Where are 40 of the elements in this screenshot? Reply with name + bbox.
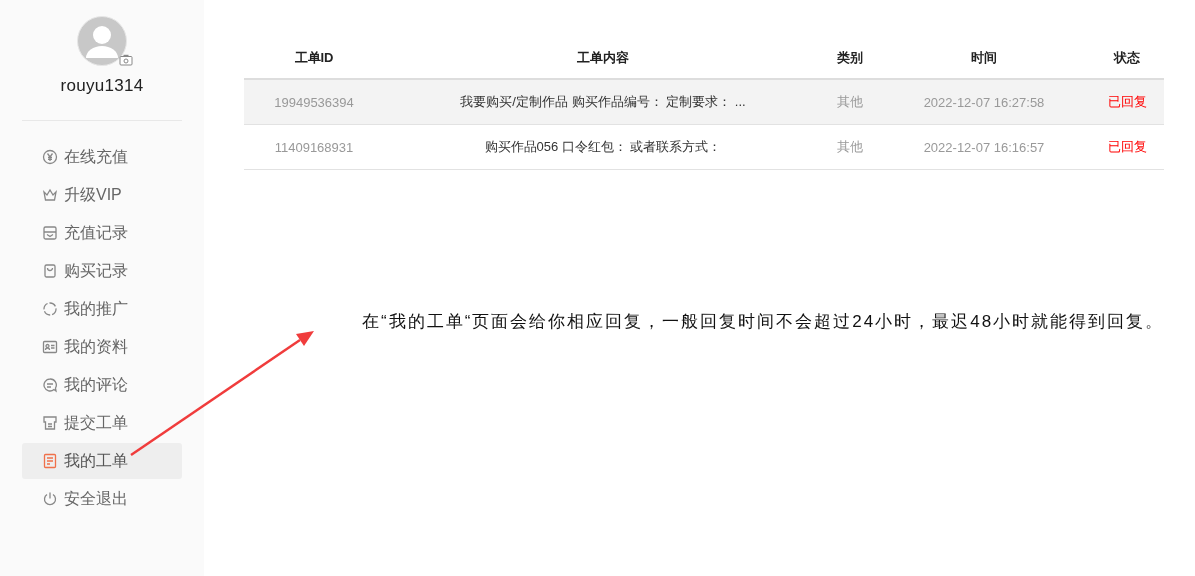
status-label: 已回复 [1106,138,1148,156]
doc-icon [42,453,58,469]
table-cell-text: 我要购买/定制作品 购买作品编号： 定制要求： ... [459,93,747,111]
menu-item[interactable]: 提交工单 [22,405,182,441]
table-cell-text: 2022-12-07 16:16:57 [922,139,1046,155]
table-cell-text: 其他 [836,138,864,156]
table-cell-text: 其他 [836,93,864,111]
table-row[interactable]: 11409168931 购买作品056 口令红包： 或者联系方式： 其他 2022-12-07 16:16:57 已回复 [244,125,1164,170]
power-icon [42,491,58,507]
crown-icon [42,187,58,203]
column-header: 状态 [1112,49,1141,67]
circle-icon [42,301,58,317]
column-header: 类别 [836,49,864,67]
table-cell-text: 11409168931 [273,139,355,155]
menu-item[interactable]: 我的推广 [22,291,182,327]
annotation-text: 在“我的工单“页面会给你相应回复，一般回复时间不会超过24小时，最迟48小时就能得到回复。 [362,311,1166,333]
column-header: 时间 [970,49,998,67]
yuan-icon [42,149,58,165]
menu-item[interactable]: 我的资料 [22,329,182,365]
camera-icon[interactable] [119,54,133,66]
table-cell-text: 19949536394 [273,94,355,110]
column-header: 工单内容 [576,49,630,67]
menu-item[interactable]: 升级VIP [22,177,182,213]
box-icon [42,225,58,241]
table-row[interactable]: 19949536394 我要购买/定制作品 购买作品编号： 定制要求： ... 其他 2022-12-07 16:27:58 已回复 [244,80,1164,125]
status-label: 已回复 [1106,93,1148,111]
username: rouyu1314 [60,76,144,96]
printer-icon [42,415,58,431]
card-icon [42,339,58,355]
bag-icon [42,263,58,279]
column-header: 工单ID [293,49,335,67]
menu-item[interactable]: 我的工单 [22,443,182,479]
chat-icon [42,377,58,393]
menu-item[interactable]: 我的评论 [22,367,182,403]
menu-item[interactable]: 安全退出 [22,481,182,517]
menu-item[interactable]: 购买记录 [22,253,182,289]
menu-item[interactable]: 充值记录 [22,215,182,251]
table-cell-text: 2022-12-07 16:27:58 [922,94,1046,110]
table-cell-text: 购买作品056 口令红包： 或者联系方式： [483,138,723,156]
menu-item[interactable]: 在线充值 [22,139,182,175]
